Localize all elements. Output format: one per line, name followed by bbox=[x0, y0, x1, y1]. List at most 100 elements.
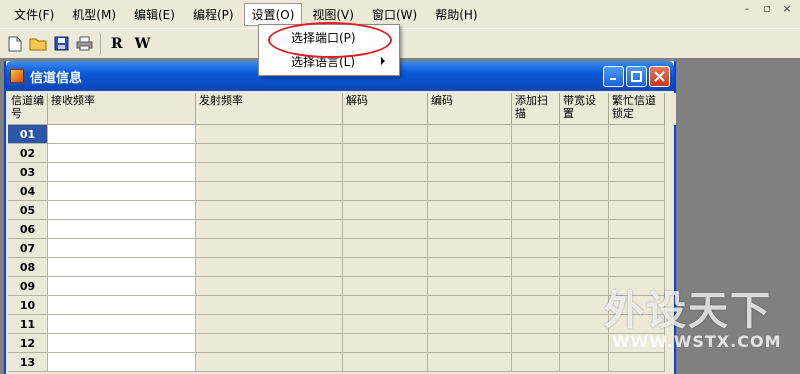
encode-cell[interactable] bbox=[428, 144, 512, 163]
add-scan-cell[interactable] bbox=[512, 315, 560, 334]
row-header-channel-no[interactable]: 05 bbox=[8, 201, 48, 220]
col-header-tx-freq[interactable]: 发射频率 bbox=[196, 93, 343, 125]
row-header-channel-no[interactable]: 12 bbox=[8, 334, 48, 353]
tx-freq-cell[interactable] bbox=[196, 144, 343, 163]
col-header-encode[interactable]: 编码 bbox=[428, 93, 512, 125]
encode-cell[interactable] bbox=[428, 277, 512, 296]
app-minimize-button[interactable]: - bbox=[738, 0, 756, 16]
rx-freq-cell[interactable] bbox=[48, 296, 196, 315]
decode-cell[interactable] bbox=[343, 334, 428, 353]
tx-freq-cell[interactable] bbox=[196, 315, 343, 334]
row-header-channel-no[interactable]: 02 bbox=[8, 144, 48, 163]
menu-view[interactable]: 视图(V) bbox=[304, 3, 362, 26]
bandwidth-cell[interactable] bbox=[560, 296, 609, 315]
decode-cell[interactable] bbox=[343, 239, 428, 258]
bandwidth-cell[interactable] bbox=[560, 144, 609, 163]
encode-cell[interactable] bbox=[428, 353, 512, 372]
rx-freq-cell[interactable] bbox=[48, 258, 196, 277]
encode-cell[interactable] bbox=[428, 239, 512, 258]
tx-freq-cell[interactable] bbox=[196, 182, 343, 201]
bandwidth-cell[interactable] bbox=[560, 220, 609, 239]
tx-freq-cell[interactable] bbox=[196, 277, 343, 296]
add-scan-cell[interactable] bbox=[512, 296, 560, 315]
add-scan-cell[interactable] bbox=[512, 220, 560, 239]
busy-lock-cell[interactable] bbox=[609, 125, 665, 144]
close-button[interactable] bbox=[649, 65, 670, 87]
encode-cell[interactable] bbox=[428, 258, 512, 277]
rx-freq-cell[interactable] bbox=[48, 182, 196, 201]
menu-window[interactable]: 窗口(W) bbox=[364, 3, 425, 26]
tx-freq-cell[interactable] bbox=[196, 353, 343, 372]
tx-freq-cell[interactable] bbox=[196, 296, 343, 315]
app-restore-button[interactable]: ▫ bbox=[758, 0, 776, 16]
tx-freq-cell[interactable] bbox=[196, 201, 343, 220]
row-header-channel-no[interactable]: 11 bbox=[8, 315, 48, 334]
bandwidth-cell[interactable] bbox=[560, 277, 609, 296]
busy-lock-cell[interactable] bbox=[609, 258, 665, 277]
row-header-channel-no[interactable]: 01 bbox=[8, 125, 48, 144]
read-radio-button[interactable]: R bbox=[111, 36, 123, 52]
col-header-decode[interactable]: 解码 bbox=[343, 93, 428, 125]
decode-cell[interactable] bbox=[343, 201, 428, 220]
menu-settings[interactable]: 设置(O) bbox=[243, 2, 303, 26]
decode-cell[interactable] bbox=[343, 353, 428, 372]
encode-cell[interactable] bbox=[428, 182, 512, 201]
bandwidth-cell[interactable] bbox=[560, 201, 609, 220]
encode-cell[interactable] bbox=[428, 315, 512, 334]
add-scan-cell[interactable] bbox=[512, 277, 560, 296]
bandwidth-cell[interactable] bbox=[560, 163, 609, 182]
busy-lock-cell[interactable] bbox=[609, 239, 665, 258]
decode-cell[interactable] bbox=[343, 125, 428, 144]
busy-lock-cell[interactable] bbox=[609, 144, 665, 163]
add-scan-cell[interactable] bbox=[512, 201, 560, 220]
bandwidth-cell[interactable] bbox=[560, 182, 609, 201]
select-language-menu-item[interactable]: 选择语言(L) bbox=[259, 49, 399, 73]
rx-freq-cell[interactable] bbox=[48, 239, 196, 258]
rx-freq-cell[interactable] bbox=[48, 201, 196, 220]
minimize-button[interactable] bbox=[603, 65, 624, 87]
add-scan-cell[interactable] bbox=[512, 258, 560, 277]
col-header-channel-no[interactable]: 信道编号 bbox=[8, 93, 48, 125]
decode-cell[interactable] bbox=[343, 258, 428, 277]
row-header-channel-no[interactable]: 10 bbox=[8, 296, 48, 315]
decode-cell[interactable] bbox=[343, 296, 428, 315]
decode-cell[interactable] bbox=[343, 277, 428, 296]
busy-lock-cell[interactable] bbox=[609, 182, 665, 201]
open-folder-icon[interactable] bbox=[27, 33, 49, 55]
menu-model[interactable]: 机型(M) bbox=[64, 3, 124, 26]
menu-file[interactable]: 文件(F) bbox=[6, 3, 62, 26]
bandwidth-cell[interactable] bbox=[560, 315, 609, 334]
row-header-channel-no[interactable]: 08 bbox=[8, 258, 48, 277]
new-file-icon[interactable] bbox=[4, 33, 26, 55]
encode-cell[interactable] bbox=[428, 334, 512, 353]
add-scan-cell[interactable] bbox=[512, 163, 560, 182]
decode-cell[interactable] bbox=[343, 144, 428, 163]
decode-cell[interactable] bbox=[343, 163, 428, 182]
rx-freq-cell[interactable] bbox=[48, 315, 196, 334]
row-header-channel-no[interactable]: 06 bbox=[8, 220, 48, 239]
encode-cell[interactable] bbox=[428, 220, 512, 239]
tx-freq-cell[interactable] bbox=[196, 334, 343, 353]
add-scan-cell[interactable] bbox=[512, 239, 560, 258]
rx-freq-cell[interactable] bbox=[48, 125, 196, 144]
add-scan-cell[interactable] bbox=[512, 144, 560, 163]
tx-freq-cell[interactable] bbox=[196, 258, 343, 277]
busy-lock-cell[interactable] bbox=[609, 220, 665, 239]
encode-cell[interactable] bbox=[428, 201, 512, 220]
col-header-bandwidth[interactable]: 带宽设置 bbox=[560, 93, 609, 125]
add-scan-cell[interactable] bbox=[512, 353, 560, 372]
rx-freq-cell[interactable] bbox=[48, 353, 196, 372]
tx-freq-cell[interactable] bbox=[196, 163, 343, 182]
row-header-channel-no[interactable]: 07 bbox=[8, 239, 48, 258]
row-header-channel-no[interactable]: 13 bbox=[8, 353, 48, 372]
row-header-channel-no[interactable]: 04 bbox=[8, 182, 48, 201]
busy-lock-cell[interactable] bbox=[609, 201, 665, 220]
rx-freq-cell[interactable] bbox=[48, 144, 196, 163]
menu-edit[interactable]: 编辑(E) bbox=[126, 3, 183, 26]
tx-freq-cell[interactable] bbox=[196, 239, 343, 258]
print-icon[interactable] bbox=[73, 33, 95, 55]
encode-cell[interactable] bbox=[428, 296, 512, 315]
add-scan-cell[interactable] bbox=[512, 125, 560, 144]
bandwidth-cell[interactable] bbox=[560, 239, 609, 258]
bandwidth-cell[interactable] bbox=[560, 258, 609, 277]
